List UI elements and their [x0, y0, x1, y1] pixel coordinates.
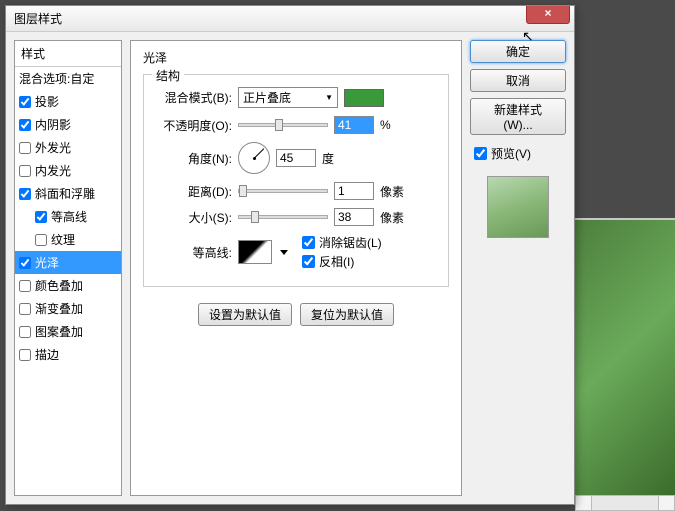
style-item-3[interactable]: 内发光	[15, 159, 121, 182]
color-swatch[interactable]	[344, 89, 384, 107]
size-label: 大小(S):	[152, 209, 232, 226]
set-default-button[interactable]: 设置为默认值	[198, 303, 292, 326]
contour-label: 等高线:	[152, 244, 232, 261]
style-checkbox[interactable]	[19, 349, 31, 361]
angle-dial[interactable]	[238, 142, 270, 174]
style-checkbox[interactable]	[19, 303, 31, 315]
invert-label: 反相(I)	[319, 253, 354, 270]
dialog-title: 图层样式	[14, 10, 62, 27]
styles-header[interactable]: 样式	[15, 41, 121, 67]
invert-checkbox-row[interactable]: 反相(I)	[302, 253, 382, 270]
style-checkbox[interactable]	[19, 165, 31, 177]
style-checkbox[interactable]	[19, 280, 31, 292]
angle-unit: 度	[322, 150, 334, 167]
scroll-track[interactable]	[592, 496, 658, 510]
style-checkbox[interactable]	[19, 142, 31, 154]
opacity-input[interactable]	[334, 116, 374, 134]
style-item-label: 内阴影	[35, 116, 71, 133]
style-item-label: 斜面和浮雕	[35, 185, 95, 202]
opacity-label: 不透明度(O):	[152, 117, 232, 134]
structure-label: 结构	[152, 67, 184, 84]
style-item-10[interactable]: 图案叠加	[15, 320, 121, 343]
contour-dropdown-icon[interactable]	[280, 250, 288, 255]
styles-list-panel: 样式 混合选项:自定 投影内阴影外发光内发光斜面和浮雕等高线纹理光泽颜色叠加渐变…	[14, 40, 122, 496]
antialias-checkbox[interactable]	[302, 236, 315, 249]
distance-input[interactable]	[334, 182, 374, 200]
style-item-label: 等高线	[51, 208, 87, 225]
angle-label: 角度(N):	[152, 150, 232, 167]
size-unit: 像素	[380, 209, 404, 226]
contour-picker[interactable]	[238, 240, 272, 264]
style-checkbox[interactable]	[19, 96, 31, 108]
style-checkbox[interactable]	[19, 257, 31, 269]
style-checkbox[interactable]	[19, 188, 31, 200]
scroll-right-button[interactable]	[658, 496, 674, 510]
blend-mode-dropdown[interactable]: 正片叠底 ▼	[238, 87, 338, 108]
reset-default-button[interactable]: 复位为默认值	[300, 303, 394, 326]
dropdown-arrow-icon: ▼	[325, 93, 333, 102]
slider-thumb[interactable]	[275, 119, 283, 131]
style-item-1[interactable]: 内阴影	[15, 113, 121, 136]
scroll-left-button[interactable]	[576, 496, 592, 510]
antialias-label: 消除锯齿(L)	[319, 234, 382, 251]
style-item-2[interactable]: 外发光	[15, 136, 121, 159]
opacity-slider[interactable]	[238, 123, 328, 127]
style-item-label: 图案叠加	[35, 323, 83, 340]
size-slider[interactable]	[238, 215, 328, 219]
invert-checkbox[interactable]	[302, 255, 315, 268]
right-button-panel: 确定 取消 新建样式(W)... 预览(V)	[470, 40, 566, 496]
settings-panel: 光泽 结构 混合模式(B): 正片叠底 ▼ 不透明度(O): %	[130, 40, 462, 496]
horizontal-scrollbar[interactable]	[575, 495, 675, 511]
distance-unit: 像素	[380, 183, 404, 200]
style-item-0[interactable]: 投影	[15, 90, 121, 113]
distance-label: 距离(D):	[152, 183, 232, 200]
preview-checkbox-row[interactable]: 预览(V)	[470, 145, 566, 162]
style-item-label: 外发光	[35, 139, 71, 156]
style-item-6[interactable]: 纹理	[15, 228, 121, 251]
style-item-7[interactable]: 光泽	[15, 251, 121, 274]
style-item-5[interactable]: 等高线	[15, 205, 121, 228]
style-checkbox[interactable]	[35, 211, 47, 223]
style-item-label: 渐变叠加	[35, 300, 83, 317]
style-item-11[interactable]: 描边	[15, 343, 121, 366]
blending-options-item[interactable]: 混合选项:自定	[15, 67, 121, 90]
style-checkbox[interactable]	[35, 234, 47, 246]
style-item-8[interactable]: 颜色叠加	[15, 274, 121, 297]
distance-slider[interactable]	[238, 189, 328, 193]
preview-swatch	[487, 176, 549, 238]
layer-style-dialog: 图层样式 × 样式 混合选项:自定 投影内阴影外发光内发光斜面和浮雕等高线纹理光…	[5, 5, 575, 505]
size-input[interactable]	[334, 208, 374, 226]
close-button[interactable]: ×	[526, 6, 570, 24]
ok-button[interactable]: 确定	[470, 40, 566, 63]
blend-mode-label: 混合模式(B):	[152, 89, 232, 106]
style-item-label: 投影	[35, 93, 59, 110]
preview-label: 预览(V)	[491, 145, 531, 162]
preview-checkbox[interactable]	[474, 147, 487, 160]
style-item-label: 内发光	[35, 162, 71, 179]
style-item-9[interactable]: 渐变叠加	[15, 297, 121, 320]
antialias-checkbox-row[interactable]: 消除锯齿(L)	[302, 234, 382, 251]
style-checkbox[interactable]	[19, 119, 31, 131]
style-item-4[interactable]: 斜面和浮雕	[15, 182, 121, 205]
style-checkbox[interactable]	[19, 326, 31, 338]
cancel-button[interactable]: 取消	[470, 69, 566, 92]
blend-mode-value: 正片叠底	[243, 89, 291, 106]
angle-input[interactable]	[276, 149, 316, 167]
new-style-button[interactable]: 新建样式(W)...	[470, 98, 566, 135]
style-item-label: 描边	[35, 346, 59, 363]
slider-thumb[interactable]	[251, 211, 259, 223]
style-item-label: 纹理	[51, 231, 75, 248]
slider-thumb[interactable]	[239, 185, 247, 197]
structure-fieldset: 结构 混合模式(B): 正片叠底 ▼ 不透明度(O): % 角度(	[143, 74, 449, 287]
dialog-titlebar[interactable]: 图层样式 ×	[6, 6, 574, 32]
style-item-label: 颜色叠加	[35, 277, 83, 294]
opacity-unit: %	[380, 118, 391, 132]
style-item-label: 光泽	[35, 254, 59, 271]
section-title: 光泽	[143, 49, 449, 66]
